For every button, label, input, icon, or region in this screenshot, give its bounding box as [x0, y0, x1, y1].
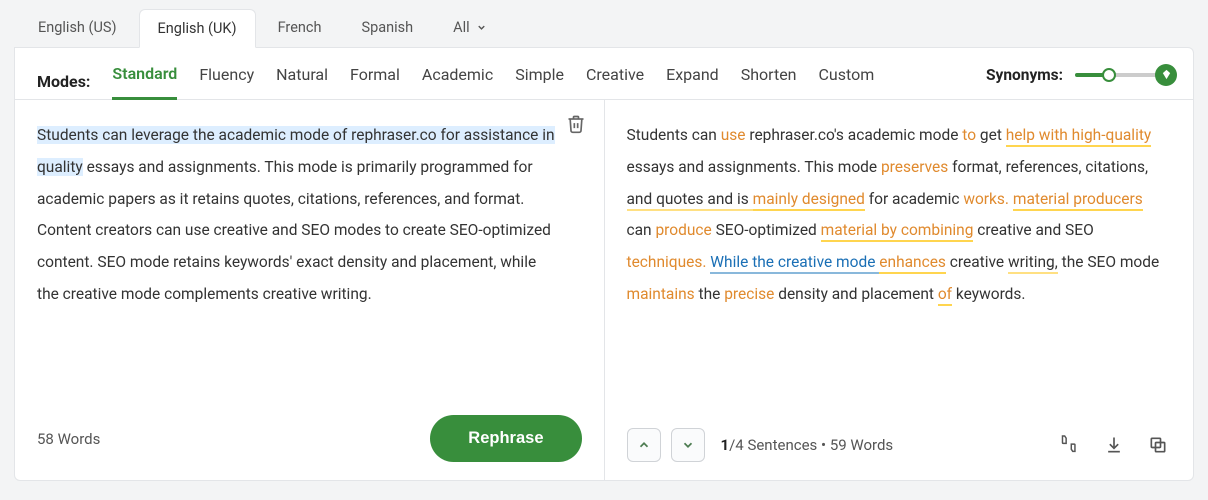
mode-fluency[interactable]: Fluency	[199, 65, 254, 98]
mode-natural[interactable]: Natural	[276, 65, 328, 98]
modes-bar: Modes: Standard Fluency Natural Formal A…	[15, 48, 1193, 100]
mode-expand[interactable]: Expand	[666, 65, 719, 98]
output-pane: Students can use rephraser.co's academic…	[605, 100, 1194, 480]
lang-tab-all[interactable]: All	[435, 9, 506, 46]
mode-shorten[interactable]: Shorten	[741, 65, 797, 98]
copy-icon[interactable]	[1145, 432, 1171, 458]
input-pane: Students can leverage the academic mode …	[15, 100, 605, 480]
trash-icon[interactable]	[566, 114, 588, 136]
output-actions	[1057, 432, 1171, 458]
mode-creative[interactable]: Creative	[586, 65, 644, 98]
modes-label: Modes:	[37, 72, 90, 91]
rephrase-button[interactable]: Rephrase	[430, 415, 581, 462]
lang-tab-en-uk[interactable]: English (UK)	[139, 9, 256, 48]
next-sentence-button[interactable]	[671, 428, 705, 462]
synonyms-control: Synonyms:	[986, 66, 1171, 98]
mode-academic[interactable]: Academic	[422, 65, 493, 98]
lang-tab-spanish[interactable]: Spanish	[343, 9, 431, 46]
diamond-icon	[1155, 64, 1177, 86]
input-word-count: 58 Words	[37, 430, 100, 448]
input-footer: 58 Words Rephrase	[15, 402, 604, 480]
input-para2: Content creators can use creative and SE…	[37, 221, 551, 303]
mode-formal[interactable]: Formal	[350, 65, 400, 98]
slider-handle-icon[interactable]	[1102, 68, 1116, 82]
output-footer: 1/4 Sentences • 59 Words	[605, 415, 1194, 480]
download-icon[interactable]	[1101, 432, 1127, 458]
lang-tab-en-us[interactable]: English (US)	[20, 9, 135, 46]
app-root: English (US) English (UK) French Spanish…	[0, 0, 1208, 481]
synonyms-slider[interactable]	[1075, 72, 1171, 78]
main-panel: Modes: Standard Fluency Natural Formal A…	[14, 47, 1194, 481]
chevron-down-icon	[476, 22, 488, 34]
output-text[interactable]: Students can use rephraser.co's academic…	[605, 100, 1194, 415]
mode-custom[interactable]: Custom	[819, 65, 875, 98]
lang-tab-french[interactable]: French	[260, 9, 340, 46]
language-tabs: English (US) English (UK) French Spanish…	[0, 0, 1208, 47]
sentence-counter: 1/4 Sentences • 59 Words	[721, 436, 894, 454]
mode-simple[interactable]: Simple	[515, 65, 564, 98]
feedback-icon[interactable]	[1057, 432, 1083, 458]
input-text[interactable]: Students can leverage the academic mode …	[15, 100, 604, 402]
lang-tab-all-label: All	[453, 19, 470, 36]
mode-standard[interactable]: Standard	[112, 64, 177, 100]
input-seg-plain: essays and assignments. This mode is pri…	[37, 158, 533, 208]
prev-sentence-button[interactable]	[627, 428, 661, 462]
editor-panes: Students can leverage the academic mode …	[15, 100, 1193, 480]
synonyms-label: Synonyms:	[986, 66, 1063, 84]
